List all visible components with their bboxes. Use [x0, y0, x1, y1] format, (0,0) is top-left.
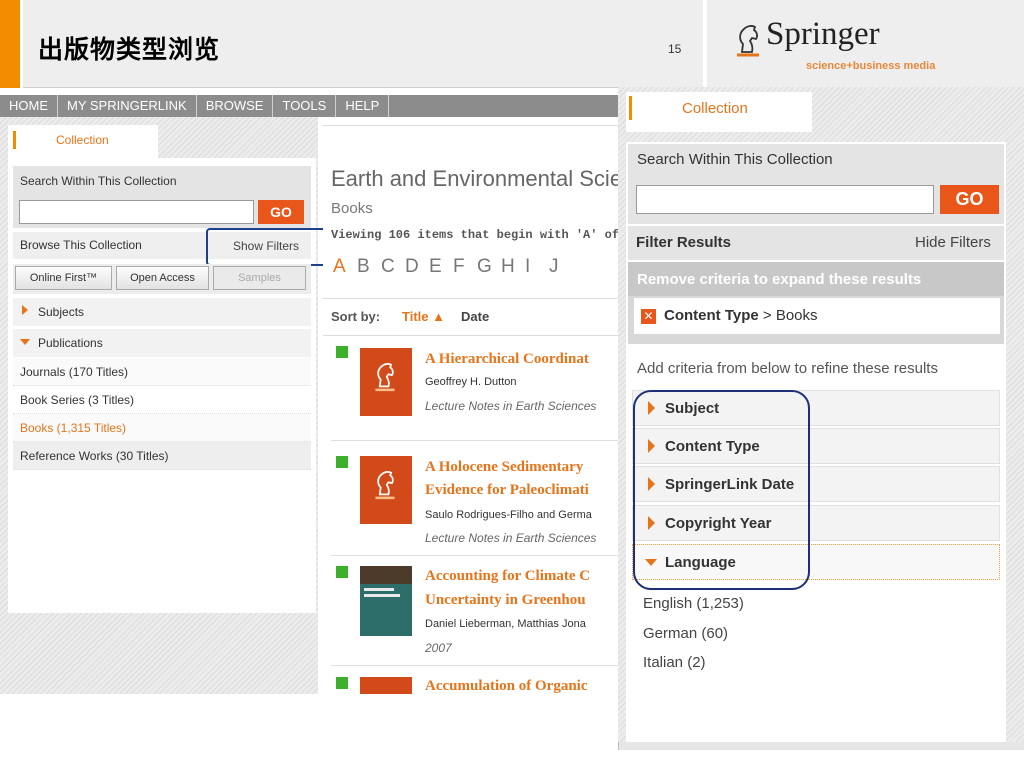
book-cover[interactable]	[360, 677, 412, 694]
result-divider	[331, 665, 620, 666]
result-series[interactable]: Lecture Notes in Earth Sciences	[425, 399, 596, 413]
language-english[interactable]: English (1,253)	[643, 595, 744, 612]
letter-f[interactable]: F	[453, 256, 477, 278]
availability-icon	[336, 456, 348, 468]
availability-icon	[336, 566, 348, 578]
tab-accent	[629, 96, 632, 120]
go-button[interactable]: GO	[258, 200, 304, 224]
language-italian[interactable]: Italian (2)	[643, 654, 706, 671]
letter-b[interactable]: B	[357, 256, 381, 278]
cover-image	[360, 566, 412, 584]
nav-tools[interactable]: TOOLS	[273, 95, 337, 117]
letter-g[interactable]: G	[477, 256, 501, 278]
remove-criterion-icon[interactable]: ✕	[641, 309, 656, 324]
nav-my-springerlink[interactable]: MY SPRINGERLINK	[58, 95, 197, 117]
result-series[interactable]: Lecture Notes in Earth Sciences	[425, 531, 596, 545]
tab-collection-label: Collection	[56, 133, 109, 147]
springer-horse-icon	[375, 362, 395, 392]
filter-results-label: Filter Results	[636, 234, 732, 251]
slide-title: 出版物类型浏览	[38, 35, 221, 64]
publication-journals[interactable]: Journals (170 Titles)	[13, 358, 311, 386]
cover-text-line	[364, 594, 400, 597]
browse-label: Browse This Collection	[20, 238, 142, 252]
search-label: Search Within This Collection	[637, 151, 833, 168]
result-author[interactable]: Geoffrey H. Dutton	[425, 376, 517, 388]
add-criteria-label: Add criteria from below to refine these …	[637, 360, 938, 377]
letter-c[interactable]: C	[381, 256, 405, 278]
nav-browse[interactable]: BROWSE	[197, 95, 274, 117]
nav-home[interactable]: HOME	[0, 95, 58, 117]
subjects-label: Subjects	[38, 305, 85, 319]
criterion-key: Content Type	[664, 307, 759, 324]
show-filters-callout	[206, 228, 330, 266]
search-input[interactable]	[636, 185, 934, 214]
result-title-line-2[interactable]: Uncertainty in Greenhou	[425, 592, 586, 609]
availability-icon	[336, 677, 348, 689]
remove-criteria-label: Remove criteria to expand these results	[637, 271, 922, 288]
availability-icon	[336, 346, 348, 358]
cover-text-line	[364, 588, 394, 591]
tab-accent	[13, 131, 16, 149]
result-title[interactable]: Accounting for Climate C	[425, 568, 590, 585]
result-author[interactable]: Saulo Rodrigues-Filho and Germa	[425, 509, 592, 521]
criterion-value: > Books	[762, 307, 818, 324]
online-first-button[interactable]: Online First™	[15, 266, 112, 290]
nav-help[interactable]: HELP	[336, 95, 390, 117]
collection-subtitle: Books	[331, 200, 373, 217]
expand-arrow-icon	[22, 305, 28, 315]
letter-a[interactable]: A	[333, 256, 357, 278]
result-author[interactable]: Daniel Lieberman, Matthias Jona	[425, 618, 586, 630]
letter-h[interactable]: H	[501, 256, 525, 278]
springer-horse-icon	[375, 470, 395, 500]
publications-label: Publications	[38, 336, 103, 350]
sort-label: Sort by:	[331, 309, 381, 324]
language-german[interactable]: German (60)	[643, 625, 728, 642]
hide-filters-link[interactable]: Hide Filters	[915, 234, 991, 251]
springer-horse-icon	[737, 25, 759, 57]
collection-title: Earth and Environmental Scie	[331, 166, 623, 191]
sort-by-date[interactable]: Date	[461, 309, 489, 324]
result-divider	[331, 555, 620, 556]
accent-bar	[0, 0, 20, 88]
samples-button[interactable]: Samples	[213, 266, 306, 290]
top-nav: HOME MY SPRINGERLINK BROWSE TOOLS HELP	[0, 95, 618, 117]
letter-i[interactable]: I	[525, 256, 549, 278]
result-title[interactable]: Accumulation of Organic	[425, 678, 588, 695]
sort-by-title[interactable]: Title ▲	[402, 309, 445, 324]
letter-j[interactable]: J	[549, 256, 573, 278]
collapse-arrow-icon	[20, 339, 30, 345]
content-toolbar	[323, 125, 620, 150]
result-divider	[331, 440, 620, 441]
result-title[interactable]: A Holocene Sedimentary	[425, 459, 583, 476]
publication-book-series[interactable]: Book Series (3 Titles)	[13, 386, 311, 414]
publication-reference-works[interactable]: Reference Works (30 Titles)	[13, 442, 311, 470]
go-button[interactable]: GO	[940, 185, 999, 214]
tab-collection-label: Collection	[682, 100, 748, 117]
result-title-line-2[interactable]: Evidence for Paleoclimati	[425, 482, 589, 499]
viewing-count: Viewing 106 items that begin with 'A' of	[331, 228, 620, 242]
letter-e[interactable]: E	[429, 256, 453, 278]
letter-d[interactable]: D	[405, 256, 429, 278]
search-input[interactable]	[19, 200, 254, 224]
open-access-button[interactable]: Open Access	[116, 266, 209, 290]
book-cover[interactable]	[360, 566, 412, 636]
criterion-text: Content Type > Books	[664, 307, 818, 324]
springer-wordmark: Springer	[766, 16, 880, 52]
springer-tagline: science+business media	[806, 60, 936, 72]
publication-books[interactable]: Books (1,315 Titles)	[13, 414, 311, 442]
result-title[interactable]: A Hierarchical Coordinat	[425, 351, 589, 368]
facets-callout	[633, 390, 810, 590]
page-number: 15	[668, 42, 682, 56]
search-label: Search Within This Collection	[20, 174, 177, 188]
alphabet-filter: A B C D E F G H I J	[333, 256, 573, 278]
result-year: 2007	[425, 641, 452, 655]
